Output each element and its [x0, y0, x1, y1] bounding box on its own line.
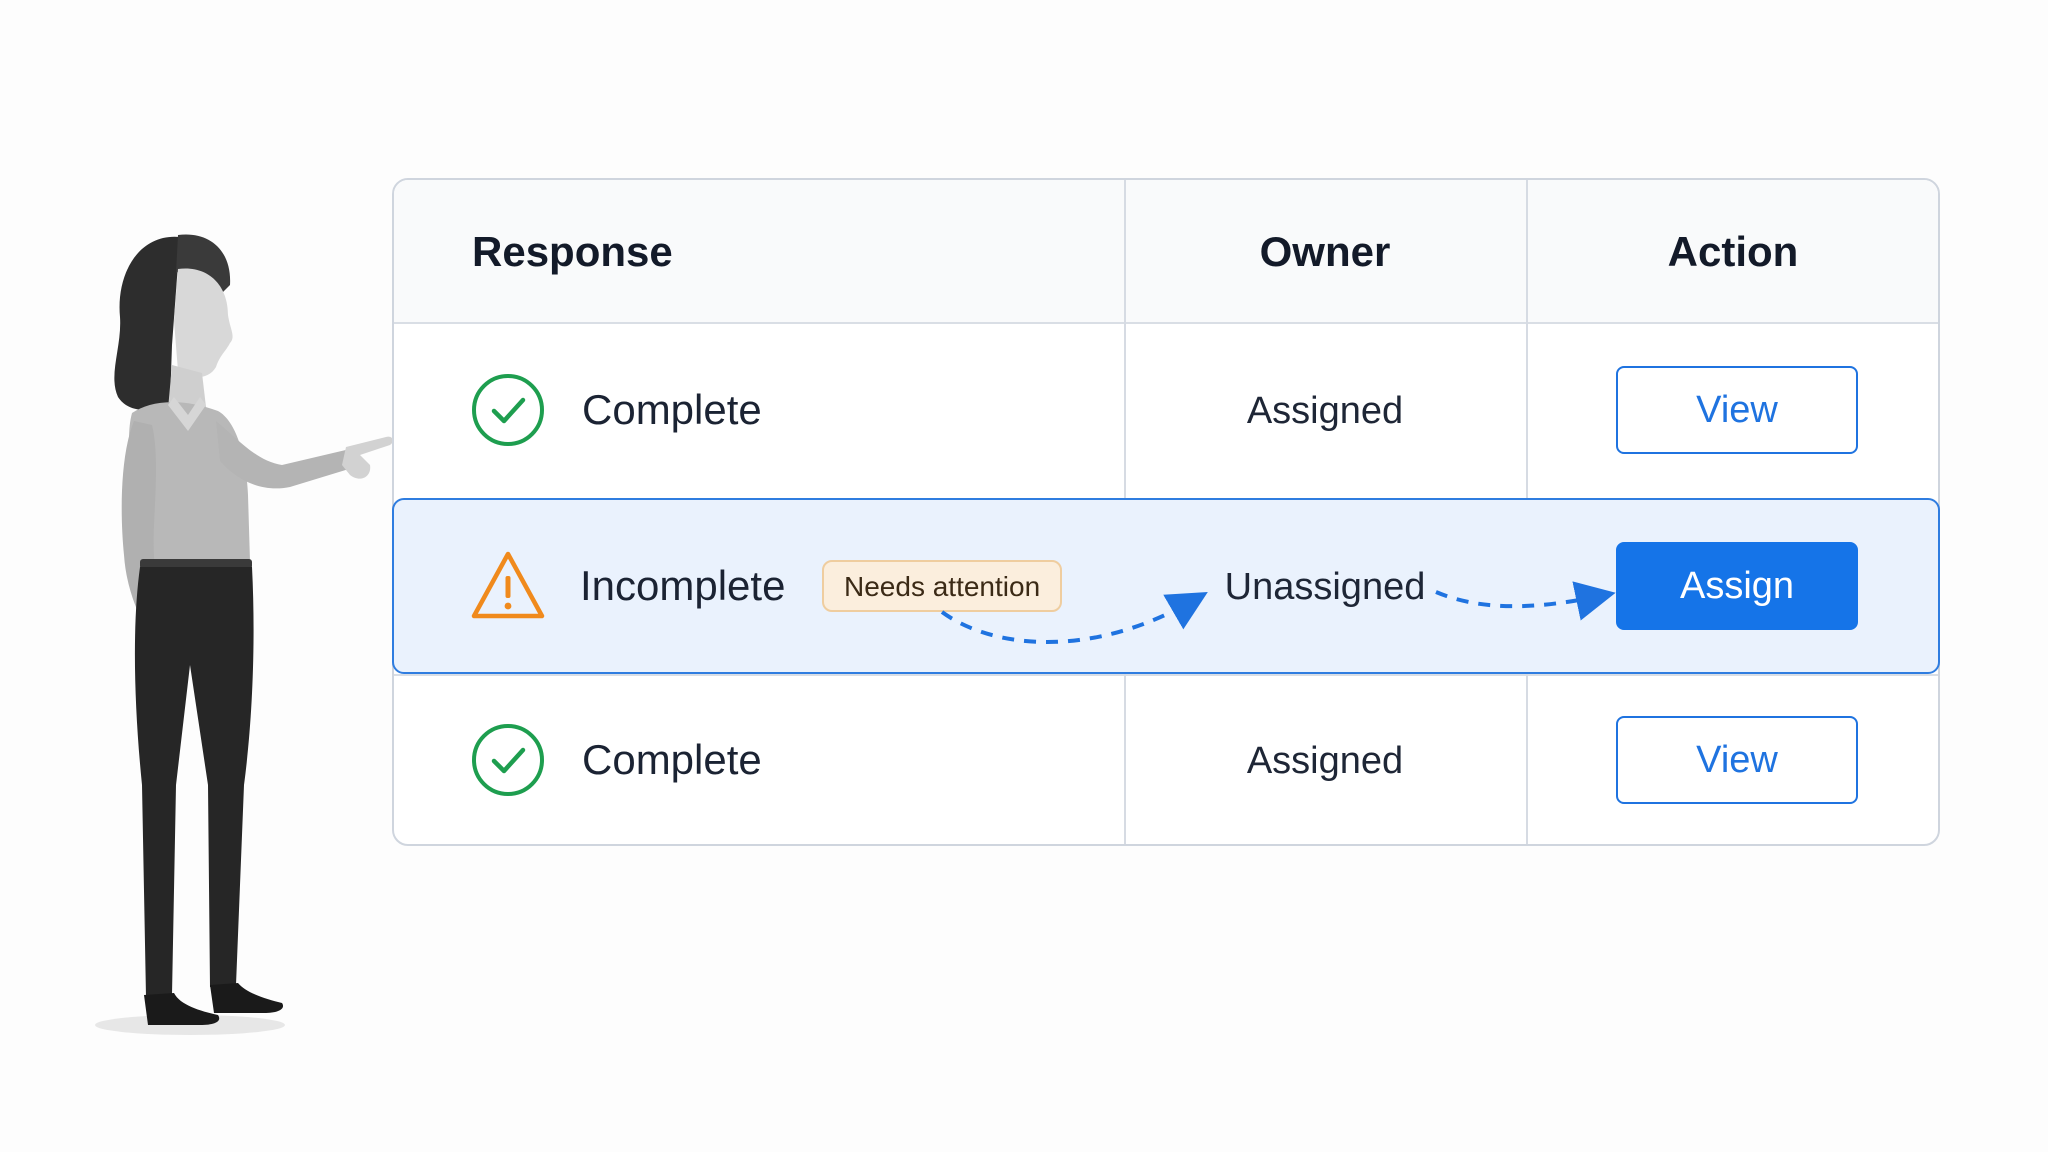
table-row-highlighted: Incomplete Needs attention Unassigned As… — [392, 498, 1940, 674]
column-header-action[interactable]: Action — [1526, 228, 1940, 276]
warning-triangle-icon — [470, 548, 546, 624]
status-label: Complete — [582, 386, 762, 433]
owner-value: Assigned — [1246, 740, 1404, 782]
responses-table: Response Owner Action Complete Assigned … — [392, 178, 1940, 846]
check-circle-icon — [470, 722, 546, 798]
check-circle-icon — [470, 372, 546, 448]
owner-value: Unassigned — [1224, 566, 1426, 608]
column-header-owner[interactable]: Owner — [1124, 228, 1526, 276]
needs-attention-badge: Needs attention — [822, 560, 1063, 612]
owner-value: Assigned — [1246, 390, 1404, 432]
table-row: Complete Assigned View — [394, 676, 1938, 846]
table-row: Complete Assigned View — [394, 324, 1938, 498]
view-button[interactable]: View — [1616, 366, 1858, 454]
person-pointing-illustration — [60, 225, 440, 1045]
column-header-response[interactable]: Response — [472, 228, 673, 276]
status-label: Incomplete — [580, 562, 786, 609]
status-label: Complete — [582, 736, 762, 783]
view-button[interactable]: View — [1616, 716, 1858, 804]
assign-button[interactable]: Assign — [1616, 542, 1858, 630]
